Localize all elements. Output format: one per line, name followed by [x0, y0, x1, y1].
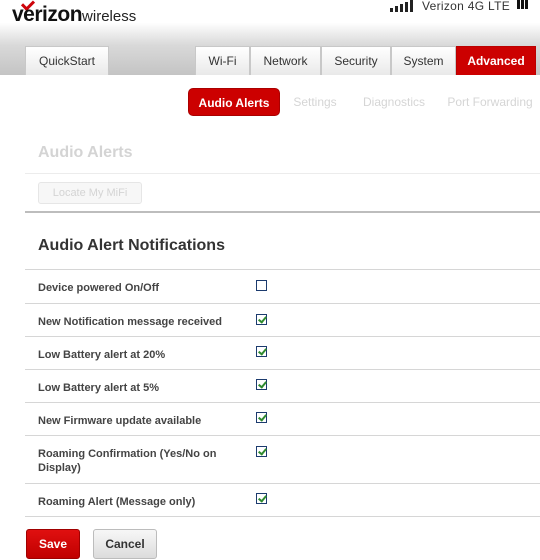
alert-row-new-notification: New Notification message received [25, 303, 540, 336]
locate-my-mifi-button[interactable]: Locate My MiFi [38, 182, 142, 204]
signal-bars-icon [390, 0, 413, 12]
alert-row-firmware-update: New Firmware update available [25, 402, 540, 435]
alert-checkbox-new-notification[interactable] [256, 314, 267, 325]
alert-checkbox-device-power[interactable] [256, 280, 267, 291]
subtab-settings[interactable]: Settings [285, 88, 345, 116]
tab-quickstart[interactable]: QuickStart [25, 46, 109, 75]
battery-icon [517, 0, 531, 9]
alert-row-low-battery-5: Low Battery alert at 5% [25, 369, 540, 402]
alert-label: New Firmware update available [38, 415, 202, 427]
divider [25, 516, 540, 517]
tab-system[interactable]: System [391, 46, 456, 75]
network-status: Verizon 4G LTE [422, 0, 511, 13]
alert-label: Roaming Confirmation (Yes/No on Display) [38, 448, 217, 474]
alert-checkbox-low-battery-5[interactable] [256, 379, 267, 390]
alert-label: Roaming Alert (Message only) [38, 496, 196, 508]
subtab-audio-alerts[interactable]: Audio Alerts [188, 88, 280, 116]
faded-section-title: Audio Alerts [38, 144, 133, 161]
alert-row-device-power: Device powered On/Off [25, 269, 540, 303]
section-divider [25, 211, 540, 213]
subtab-diagnostics[interactable]: Diagnostics [357, 88, 431, 116]
save-button[interactable]: Save [26, 529, 80, 559]
alert-label: Device powered On/Off [38, 282, 160, 294]
notifications-title: Audio Alert Notifications [38, 237, 225, 254]
alert-checkbox-roaming-confirmation[interactable] [256, 446, 267, 457]
alert-label: Low Battery alert at 5% [38, 382, 160, 394]
tab-network[interactable]: Network [250, 46, 321, 75]
alert-row-roaming-alert: Roaming Alert (Message only) [25, 483, 540, 516]
alert-checkbox-roaming-alert[interactable] [256, 493, 267, 504]
alert-label: Low Battery alert at 20% [38, 349, 166, 361]
alert-checkbox-low-battery-20[interactable] [256, 346, 267, 357]
alert-checkbox-firmware-update[interactable] [256, 412, 267, 423]
alert-label: New Notification message received [38, 316, 223, 328]
verizon-logo: verizonwireless [12, 3, 137, 26]
divider [25, 173, 540, 174]
tab-advanced[interactable]: Advanced [456, 46, 536, 75]
alert-row-low-battery-20: Low Battery alert at 20% [25, 336, 540, 369]
cancel-button[interactable]: Cancel [93, 529, 157, 559]
subtab-port-forwarding[interactable]: Port Forwarding [440, 88, 540, 116]
tab-wifi[interactable]: Wi-Fi [195, 46, 250, 75]
alert-row-roaming-confirmation: Roaming Confirmation (Yes/No on Display) [25, 435, 540, 483]
tab-security[interactable]: Security [321, 46, 391, 75]
